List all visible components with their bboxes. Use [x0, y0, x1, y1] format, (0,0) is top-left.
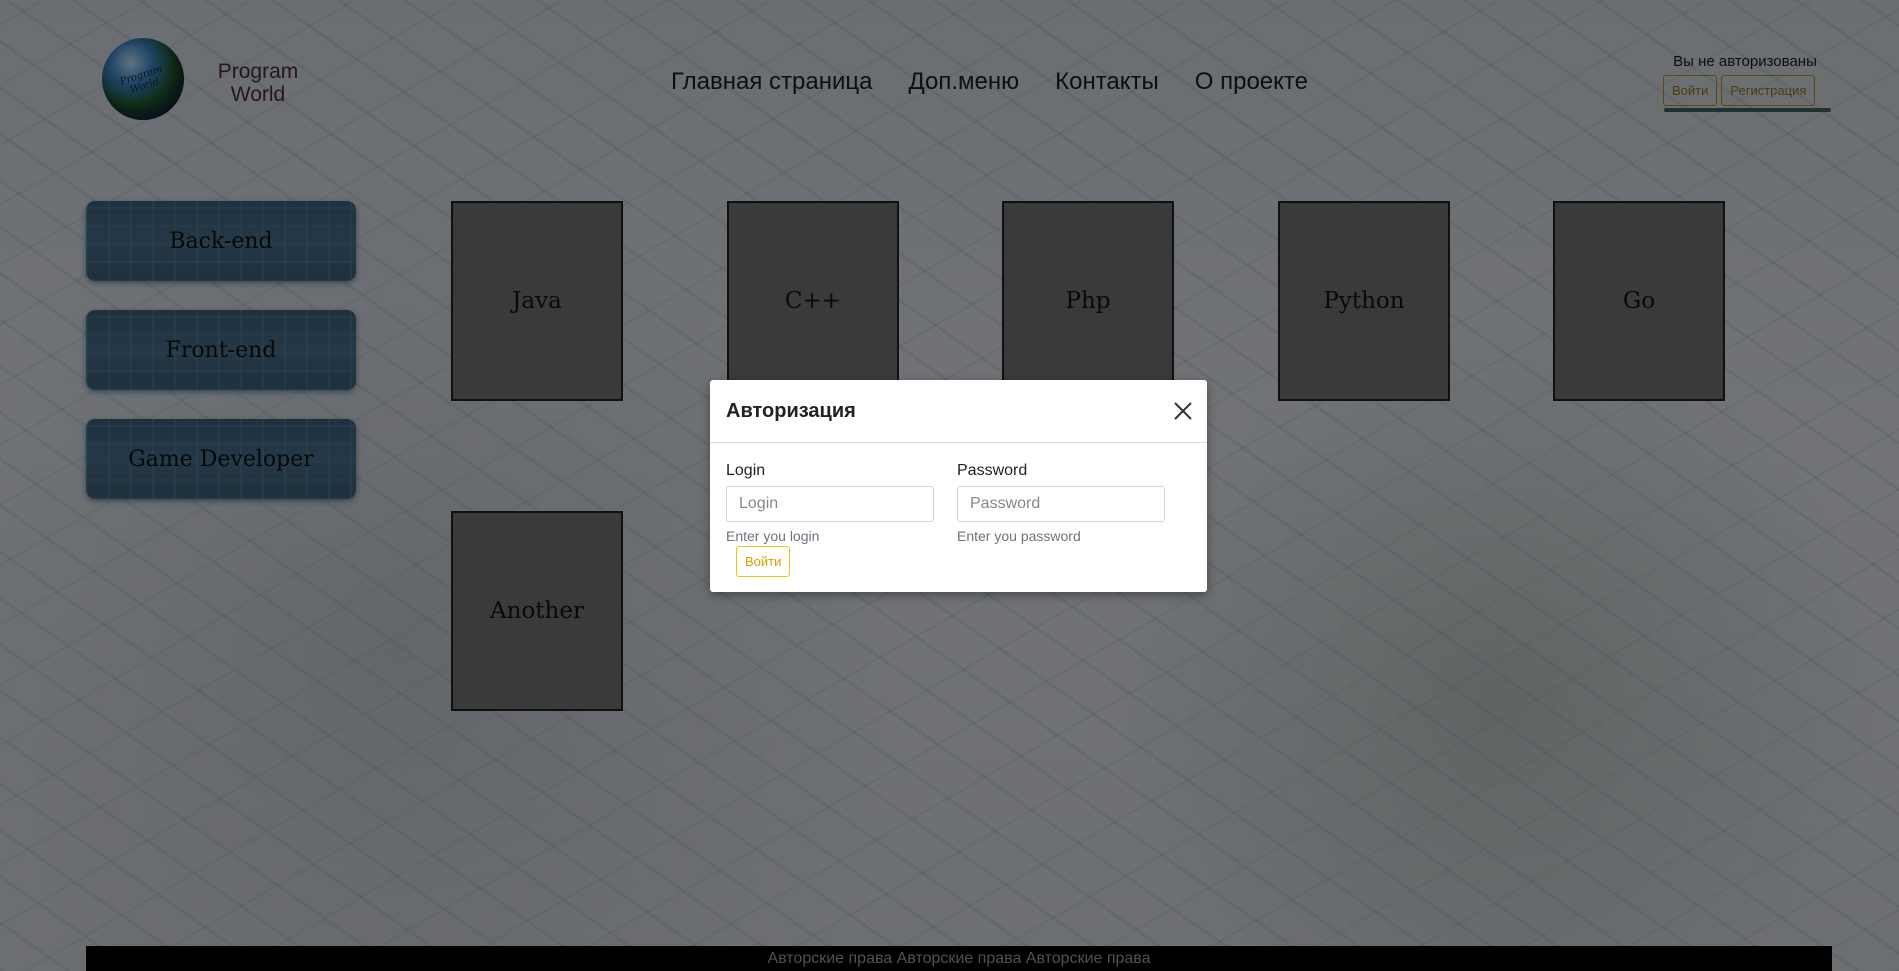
- close-icon[interactable]: [1171, 399, 1195, 423]
- password-input[interactable]: [957, 486, 1165, 522]
- login-field-group: Login Enter you login: [726, 462, 934, 544]
- password-field-group: Password Enter you password: [957, 462, 1165, 544]
- modal-title: Авторизация: [726, 400, 856, 422]
- login-label: Login: [726, 462, 766, 479]
- password-label: Password: [957, 462, 1028, 479]
- login-hint: Enter you login: [726, 528, 820, 544]
- modal-header: Авторизация: [710, 380, 1207, 443]
- password-hint: Enter you password: [957, 528, 1081, 544]
- modal-submit-button[interactable]: Войти: [736, 546, 791, 577]
- login-input[interactable]: [726, 486, 934, 522]
- auth-modal: Авторизация Login Enter you login Passwo…: [710, 380, 1207, 592]
